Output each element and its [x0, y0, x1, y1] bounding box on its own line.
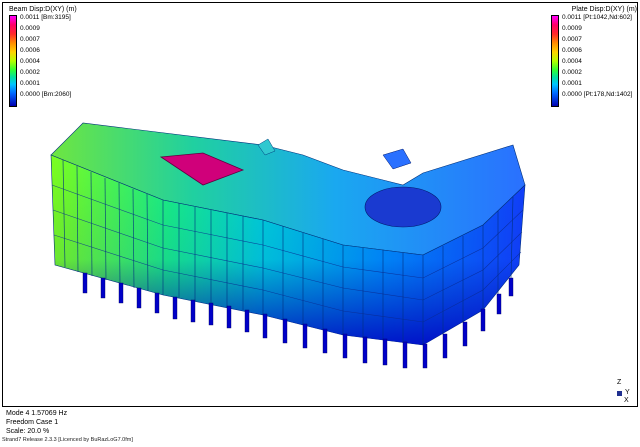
plate-legend-label-6: 0.0001	[562, 80, 582, 87]
plate-legend-label-2: 0.0007	[562, 36, 582, 43]
roof-core	[364, 186, 442, 228]
plate-legend-label-7: 0.0000 [Pt:178,Nd:1402]	[562, 91, 633, 98]
axis-x-label: X	[624, 397, 629, 404]
beam-legend-label-3: 0.0006	[20, 47, 40, 54]
beam-legend-label-7: 0.0000 [Bm:2060]	[20, 91, 72, 98]
plate-legend-label-5: 0.0002	[562, 69, 582, 76]
axes-triad: Z Y X	[613, 379, 633, 404]
beam-legend-label-5: 0.0002	[20, 69, 40, 76]
roof-stair-core	[382, 148, 412, 170]
beam-legend-label-6: 0.0001	[20, 80, 40, 87]
beam-legend-label-4: 0.0004	[20, 58, 40, 65]
plate-legend-label-1: 0.0009	[562, 25, 582, 32]
plate-legend-label-3: 0.0006	[562, 47, 582, 54]
structural-model-render[interactable]	[43, 115, 533, 390]
plate-colorbar	[551, 15, 559, 107]
beam-colorbar	[9, 15, 17, 107]
axis-z-label: Z	[617, 379, 622, 386]
beam-legend-label-0: 0.0011 [Bm:3195]	[20, 14, 71, 21]
axes-origin-icon	[617, 391, 622, 396]
status-footer: Strand7 Release 2.3.3 [Licenced by BuRaz…	[2, 437, 133, 443]
deformation-scale: Scale: 20.0 %	[6, 428, 50, 435]
axis-y-label: Y	[625, 389, 630, 396]
analysis-info: Mode 4 1.57069 Hz Freedom Case 1 Scale: …	[6, 409, 67, 436]
model-viewport[interactable]: Beam Disp:D(XY) (m) 0.0011 [Bm:3195] 0.0…	[2, 2, 638, 407]
mode-frequency: Mode 4 1.57069 Hz	[6, 410, 68, 417]
plate-legend-label-4: 0.0004	[562, 58, 582, 65]
freedom-case: Freedom Case 1	[6, 419, 59, 426]
plate-legend-label-0: 0.0011 [Pt:1042,Nd:602]	[562, 14, 632, 21]
beam-legend-label-1: 0.0009	[20, 25, 40, 32]
plate-displacement-legend: Plate Disp:D(XY) (m) 0.0011 [Pt:1042,Nd:…	[551, 6, 637, 110]
beam-displacement-legend: Beam Disp:D(XY) (m) 0.0011 [Bm:3195] 0.0…	[9, 6, 77, 110]
beam-legend-label-2: 0.0007	[20, 36, 40, 43]
